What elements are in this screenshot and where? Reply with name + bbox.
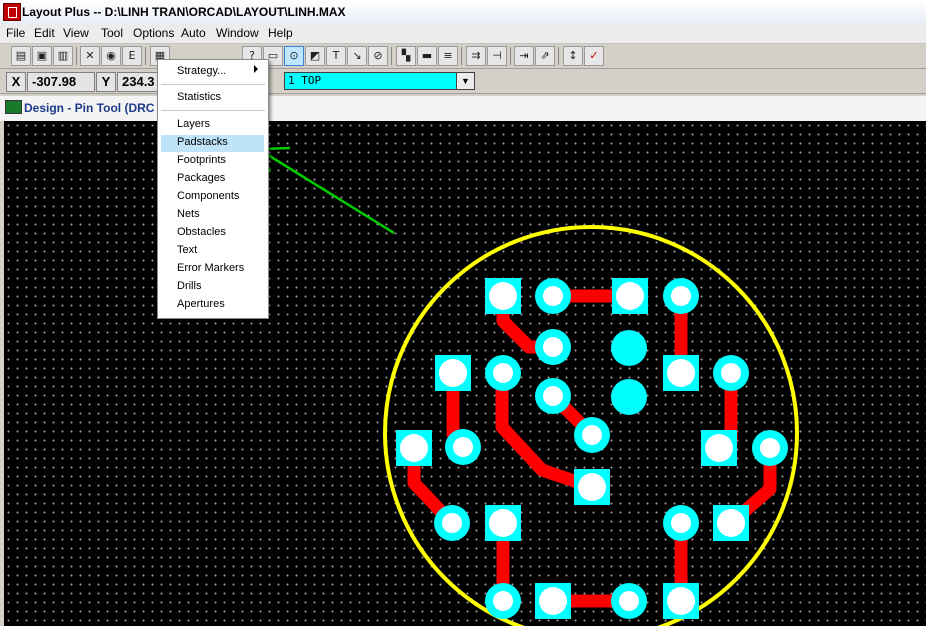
online-drc-icon[interactable]: ↕ xyxy=(563,46,583,66)
menu-help[interactable]: Help xyxy=(268,26,293,40)
binoculars-icon[interactable]: ◉ xyxy=(101,46,121,66)
app-icon[interactable] xyxy=(3,3,21,21)
shove-icon[interactable]: ⇗ xyxy=(535,46,555,66)
x-label: X xyxy=(6,72,26,92)
error-icon[interactable]: ⊘ xyxy=(368,46,388,66)
menu-item-components[interactable]: Components xyxy=(177,190,239,202)
pad[interactable] xyxy=(611,379,647,415)
y-value: 234.3 xyxy=(117,72,159,92)
menu-view[interactable]: View xyxy=(63,26,89,40)
submenu-arrow-icon xyxy=(254,65,258,73)
auto-route-icon[interactable]: ⇉ xyxy=(466,46,486,66)
menu-item-text[interactable]: Text xyxy=(177,244,197,256)
menu-options[interactable]: Options xyxy=(133,26,174,40)
document-icon xyxy=(5,100,22,114)
refresh-icon[interactable]: ⇥ xyxy=(514,46,534,66)
obstacle-icon[interactable]: ◩ xyxy=(305,46,325,66)
menu-auto[interactable]: Auto xyxy=(181,26,206,40)
color-icon[interactable]: ▚ xyxy=(396,46,416,66)
menu-item-strategy[interactable]: Strategy... xyxy=(177,65,226,77)
save-icon[interactable]: ▣ xyxy=(32,46,52,66)
x-value: -307.98 xyxy=(27,72,95,92)
pcb-board xyxy=(383,225,799,626)
toolbar: ▤ ▣ ▥ ✕ ◉ E ▦ ? ▭ ⊙ ◩ T ↘ ⊘ ▚ ▬ ≡ ⇉ ⊣ ⇥ … xyxy=(0,44,926,69)
print-icon[interactable]: ▥ xyxy=(53,46,73,66)
menu-item-packages[interactable]: Packages xyxy=(177,172,225,184)
window-title: Layout Plus -- D:\LINH TRAN\ORCAD\LAYOUT… xyxy=(22,5,346,19)
menu-item-apertures[interactable]: Apertures xyxy=(177,298,225,310)
reconnect-icon[interactable]: ≡ xyxy=(438,46,458,66)
drc-check-icon[interactable]: ✓ xyxy=(584,46,604,66)
edit-icon[interactable]: E xyxy=(122,46,142,66)
menu-edit[interactable]: Edit xyxy=(34,26,55,40)
menu-item-nets[interactable]: Nets xyxy=(177,208,200,220)
title-bar: Layout Plus -- D:\LINH TRAN\ORCAD\LAYOUT… xyxy=(0,0,926,25)
document-title: Design - Pin Tool (DRC O xyxy=(24,101,168,115)
pad[interactable] xyxy=(611,330,647,366)
connection-icon[interactable]: ↘ xyxy=(347,46,367,66)
dropdown-menu: Strategy... Statistics Layers Padstacks … xyxy=(157,59,269,319)
drc-box-icon[interactable]: ▬ xyxy=(417,46,437,66)
menu-window[interactable]: Window xyxy=(216,26,259,40)
open-icon[interactable]: ▤ xyxy=(11,46,31,66)
menu-tool[interactable]: Tool xyxy=(101,26,123,40)
y-label: Y xyxy=(96,72,116,92)
menu-item-layers[interactable]: Layers xyxy=(177,118,210,130)
menu-item-drills[interactable]: Drills xyxy=(177,280,201,292)
menu-bar: File Edit View Tool Options Auto Window … xyxy=(0,24,926,44)
pin-tool-icon[interactable]: ⊙ xyxy=(284,46,304,66)
menu-item-statistics[interactable]: Statistics xyxy=(177,91,221,103)
route-icon[interactable]: ⊣ xyxy=(487,46,507,66)
text-icon[interactable]: T xyxy=(326,46,346,66)
layer-select[interactable]: 1 TOP xyxy=(284,72,459,90)
design-canvas[interactable] xyxy=(4,121,926,626)
document-bar: Design - Pin Tool (DRC O xyxy=(0,96,926,121)
menu-item-obstacles[interactable]: Obstacles xyxy=(177,226,226,238)
clear-icon[interactable]: ✕ xyxy=(80,46,100,66)
menu-item-error-markers[interactable]: Error Markers xyxy=(177,262,244,274)
menu-item-footprints[interactable]: Footprints xyxy=(177,154,226,166)
menu-file[interactable]: File xyxy=(6,26,25,40)
chevron-down-icon[interactable]: ▼ xyxy=(456,72,475,90)
menu-item-padstacks[interactable]: Padstacks xyxy=(177,136,228,148)
